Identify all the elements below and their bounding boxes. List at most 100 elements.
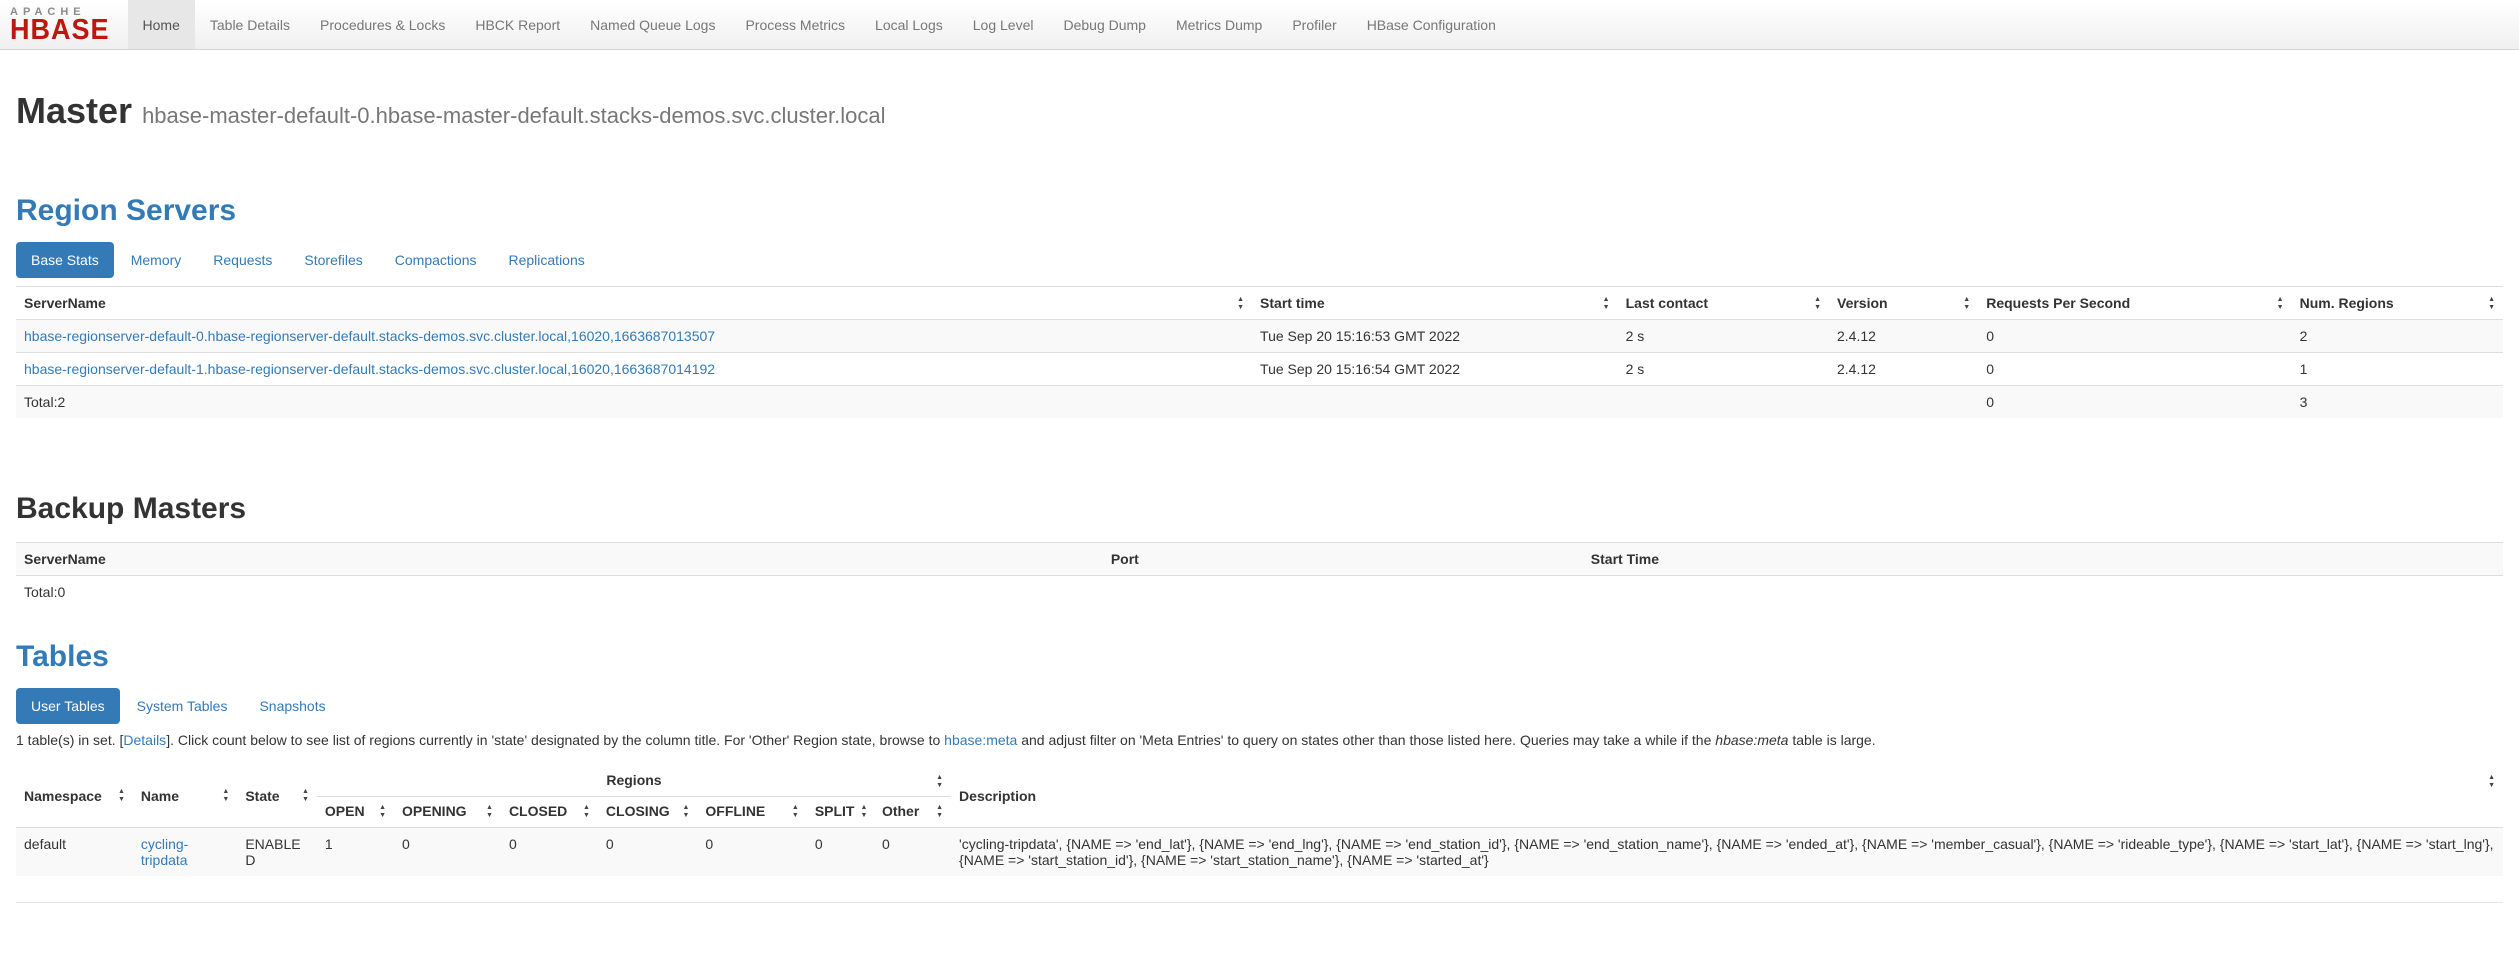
- col-other[interactable]: Other: [874, 797, 951, 828]
- col-split[interactable]: SPLIT: [807, 797, 874, 828]
- sort-icon[interactable]: [2488, 774, 2495, 789]
- tab-requests[interactable]: Requests: [198, 242, 287, 278]
- col-closing[interactable]: CLOSING: [598, 797, 697, 828]
- col-name[interactable]: Name: [133, 764, 237, 828]
- nav-hbase-configuration[interactable]: HBase Configuration: [1352, 0, 1511, 49]
- open-count-cell[interactable]: 1: [317, 828, 394, 877]
- hbase-logo[interactable]: APACHE HBASE: [0, 0, 128, 49]
- sort-icon[interactable]: [792, 804, 799, 819]
- total-label: Total:0: [16, 576, 1103, 609]
- hbase-logo-hbase-text: HBASE: [10, 18, 110, 42]
- tables-note: 1 table(s) in set. [Details]. Click coun…: [16, 732, 2503, 748]
- closed-count-cell[interactable]: 0: [501, 828, 598, 877]
- nav-named-queue-logs[interactable]: Named Queue Logs: [575, 0, 730, 49]
- col-closed[interactable]: CLOSED: [501, 797, 598, 828]
- sort-icon[interactable]: [2277, 296, 2284, 311]
- sort-icon[interactable]: [486, 804, 493, 819]
- version-cell: 2.4.12: [1829, 320, 1978, 353]
- region-servers-table: ServerName Start time Last contact Versi…: [16, 286, 2503, 418]
- tab-replications[interactable]: Replications: [493, 242, 599, 278]
- regionserver-1-link[interactable]: hbase-regionserver-default-1.hbase-regio…: [24, 361, 715, 377]
- sort-icon[interactable]: [936, 774, 943, 789]
- sort-icon[interactable]: [222, 788, 229, 803]
- col-group-regions[interactable]: Regions: [317, 764, 951, 797]
- nav-procedures-locks[interactable]: Procedures & Locks: [305, 0, 460, 49]
- col-start-time[interactable]: Start time: [1252, 287, 1618, 320]
- tab-snapshots[interactable]: Snapshots: [244, 688, 340, 724]
- nav-hbck-report[interactable]: HBCK Report: [460, 0, 575, 49]
- closing-count-cell[interactable]: 0: [598, 828, 697, 877]
- col-opening[interactable]: OPENING: [394, 797, 501, 828]
- total-label: Total:2: [16, 386, 1252, 419]
- col-namespace[interactable]: Namespace: [16, 764, 133, 828]
- nav-local-logs[interactable]: Local Logs: [860, 0, 958, 49]
- other-count-cell[interactable]: 0: [874, 828, 951, 877]
- sort-icon[interactable]: [682, 804, 689, 819]
- region-servers-heading: Region Servers: [16, 194, 2503, 228]
- region-servers-tabs: Base Stats Memory Requests Storefiles Co…: [16, 242, 2503, 278]
- col-num-regions[interactable]: Num. Regions: [2292, 287, 2503, 320]
- nav-profiler[interactable]: Profiler: [1277, 0, 1351, 49]
- col-last-contact[interactable]: Last contact: [1618, 287, 1829, 320]
- section-divider: [16, 902, 2503, 903]
- sort-icon[interactable]: [860, 804, 867, 819]
- last-contact-cell: 2 s: [1618, 320, 1829, 353]
- sort-icon[interactable]: [1603, 296, 1610, 311]
- col-servername[interactable]: ServerName: [16, 287, 1252, 320]
- nav-process-metrics[interactable]: Process Metrics: [730, 0, 860, 49]
- sort-icon[interactable]: [1814, 296, 1821, 311]
- col-requests-per-second[interactable]: Requests Per Second: [1978, 287, 2291, 320]
- user-tables-table: Namespace Name State Regions Description…: [16, 764, 2503, 876]
- hbase-meta-italic: hbase:meta: [1715, 732, 1788, 748]
- nav-debug-dump[interactable]: Debug Dump: [1048, 0, 1161, 49]
- col-port: Port: [1103, 543, 1583, 576]
- last-contact-cell: 2 s: [1618, 353, 1829, 386]
- backup-masters-total-row: Total:0: [16, 576, 2503, 609]
- sort-icon[interactable]: [1963, 296, 1970, 311]
- sort-icon[interactable]: [2488, 296, 2495, 311]
- hbase-meta-link[interactable]: hbase:meta: [944, 732, 1017, 748]
- sort-icon[interactable]: [583, 804, 590, 819]
- sort-icon[interactable]: [936, 804, 943, 819]
- backup-masters-heading: Backup Masters: [16, 492, 2503, 526]
- tab-storefiles[interactable]: Storefiles: [289, 242, 377, 278]
- tables-heading: Tables: [16, 640, 2503, 674]
- col-description[interactable]: Description: [951, 764, 2503, 828]
- col-servername: ServerName: [16, 543, 1103, 576]
- sort-icon[interactable]: [302, 788, 309, 803]
- state-cell: ENABLED: [237, 828, 317, 877]
- col-start-time: Start Time: [1583, 543, 2503, 576]
- tab-system-tables[interactable]: System Tables: [122, 688, 243, 724]
- nav-log-level[interactable]: Log Level: [958, 0, 1049, 49]
- num-regions-cell: 1: [2292, 353, 2503, 386]
- col-offline[interactable]: OFFLINE: [697, 797, 806, 828]
- sort-icon[interactable]: [118, 788, 125, 803]
- master-title: Master: [16, 90, 132, 131]
- tab-compactions[interactable]: Compactions: [380, 242, 492, 278]
- details-link[interactable]: Details: [123, 732, 166, 748]
- backup-masters-header-row: ServerName Port Start Time: [16, 543, 2503, 576]
- nav-home[interactable]: Home: [128, 0, 195, 49]
- regionserver-0-link[interactable]: hbase-regionserver-default-0.hbase-regio…: [24, 328, 715, 344]
- tab-memory[interactable]: Memory: [116, 242, 197, 278]
- col-version[interactable]: Version: [1829, 287, 1978, 320]
- num-regions-cell: 2: [2292, 320, 2503, 353]
- top-navbar: APACHE HBASE Home Table Details Procedur…: [0, 0, 2519, 50]
- description-cell: 'cycling-tripdata', {NAME => 'end_lat'},…: [951, 828, 2503, 877]
- offline-count-cell[interactable]: 0: [697, 828, 806, 877]
- col-open[interactable]: OPEN: [317, 797, 394, 828]
- nav-metrics-dump[interactable]: Metrics Dump: [1161, 0, 1277, 49]
- opening-count-cell[interactable]: 0: [394, 828, 501, 877]
- sort-icon[interactable]: [1237, 296, 1244, 311]
- master-hostname: hbase-master-default-0.hbase-master-defa…: [142, 103, 885, 128]
- tab-base-stats[interactable]: Base Stats: [16, 242, 114, 278]
- sort-icon[interactable]: [379, 804, 386, 819]
- user-table-row: default cycling-tripdata ENABLED 1 0 0 0…: [16, 828, 2503, 877]
- col-state[interactable]: State: [237, 764, 317, 828]
- table-link-cycling-tripdata[interactable]: cycling-tripdata: [141, 836, 188, 868]
- split-count-cell[interactable]: 0: [807, 828, 874, 877]
- nav-table-details[interactable]: Table Details: [195, 0, 305, 49]
- tables-tabs: User Tables System Tables Snapshots: [16, 688, 2503, 724]
- requests-per-second-cell: 0: [1978, 320, 2291, 353]
- tab-user-tables[interactable]: User Tables: [16, 688, 120, 724]
